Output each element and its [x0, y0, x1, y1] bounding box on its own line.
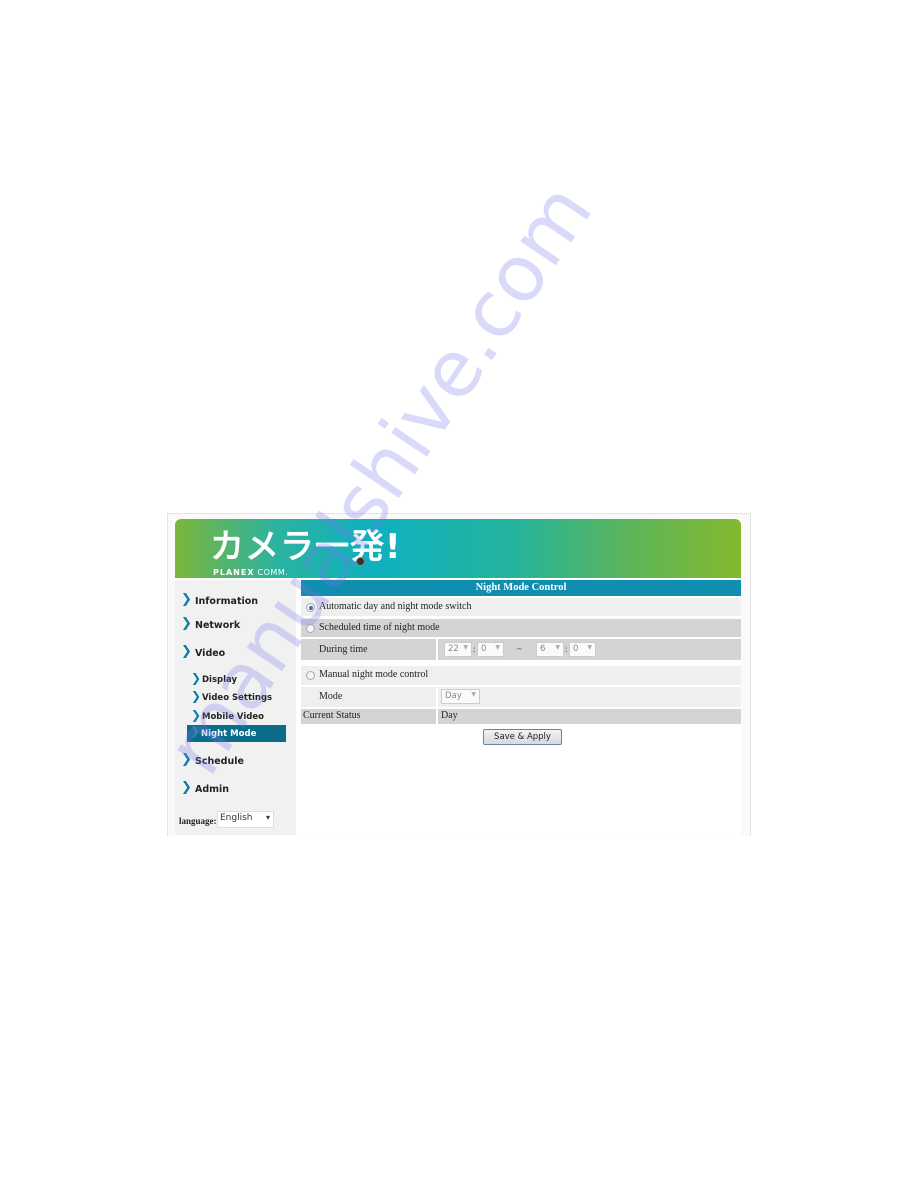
- sidebar-subitem-label: Mobile Video: [202, 712, 264, 722]
- dropdown-arrow-icon: ▼: [471, 691, 476, 698]
- sidebar-item-label: Schedule: [195, 756, 244, 767]
- scheduled-mode-label: Scheduled time of night mode: [319, 622, 440, 633]
- sidebar-item-video[interactable]: ❯ Video: [181, 644, 226, 659]
- mode-select[interactable]: Day ▼: [441, 689, 480, 704]
- brand-bold: PLANEX: [213, 568, 255, 577]
- current-status-value: Day: [441, 710, 458, 721]
- start-hour-select[interactable]: 22 ▼: [444, 642, 472, 657]
- manual-mode-radio[interactable]: [306, 671, 315, 680]
- manual-mode-label: Manual night mode control: [319, 669, 429, 680]
- sidebar-item-label: Information: [195, 596, 259, 607]
- sidebar-subitem-night-mode[interactable]: ❯ Night Mode: [187, 724, 286, 742]
- cell-divider: [436, 709, 438, 724]
- time-colon: :: [473, 644, 476, 654]
- time-range-separator: ~: [517, 644, 522, 654]
- end-hour-value: 6: [540, 644, 546, 654]
- sidebar-item-label: Admin: [195, 784, 230, 795]
- auto-mode-label: Automatic day and night mode switch: [319, 601, 472, 612]
- auto-mode-radio[interactable]: [306, 603, 315, 612]
- dropdown-arrow-icon: ▼: [495, 644, 500, 651]
- chevron-right-icon: ❯: [191, 689, 202, 703]
- chevron-right-icon: ❯: [181, 780, 192, 795]
- current-status-label: Current Status: [303, 710, 361, 721]
- auto-mode-row: Automatic day and night mode switch: [301, 598, 741, 616]
- sidebar-item-label: Video: [195, 648, 226, 659]
- chevron-right-icon: ❯: [181, 644, 192, 659]
- cell-divider: [436, 687, 438, 707]
- dropdown-arrow-icon: ▼: [587, 644, 592, 651]
- brand-name: PLANEX COMM.: [213, 568, 288, 577]
- sidebar-item-information[interactable]: ❯ Information: [181, 592, 259, 607]
- chevron-right-icon: ❯: [181, 592, 192, 607]
- chevron-right-icon: ❯: [181, 616, 192, 631]
- end-hour-select[interactable]: 6 ▼: [536, 642, 564, 657]
- during-time-label: During time: [319, 644, 368, 655]
- panel-title: Night Mode Control: [301, 580, 741, 596]
- chevron-right-icon: ❯: [191, 708, 202, 722]
- dropdown-arrow-icon: ▼: [555, 644, 560, 651]
- dropdown-arrow-icon: ▾: [265, 813, 270, 822]
- scheduled-mode-radio[interactable]: [306, 624, 315, 633]
- start-hour-value: 22: [448, 644, 459, 654]
- save-apply-button[interactable]: Save & Apply: [483, 729, 562, 745]
- language-select[interactable]: English ▾: [217, 811, 274, 828]
- chevron-right-icon: ❯: [191, 671, 202, 685]
- mode-label: Mode: [319, 691, 343, 702]
- chevron-right-icon: ❯: [190, 724, 201, 738]
- sidebar-item-admin[interactable]: ❯ Admin: [181, 780, 230, 795]
- chevron-right-icon: ❯: [181, 752, 192, 767]
- manual-mode-row: Manual night mode control: [301, 666, 741, 685]
- during-time-row: During time 22 ▼ : 0 ▼ ~ 6 ▼ : 0 ▼: [301, 639, 741, 660]
- cell-divider: [436, 639, 438, 660]
- time-colon: :: [565, 644, 568, 654]
- current-status-row: Current Status Day: [301, 709, 741, 724]
- sidebar-item-network[interactable]: ❯ Network: [181, 616, 241, 631]
- mode-value: Day: [445, 691, 462, 701]
- language-label: language:: [179, 816, 217, 826]
- brand-light: COMM.: [257, 568, 289, 577]
- end-minute-value: 0: [573, 644, 579, 654]
- start-minute-value: 0: [481, 644, 487, 654]
- sidebar-subitem-label: Video Settings: [202, 693, 273, 703]
- dropdown-arrow-icon: ▼: [463, 644, 468, 651]
- logo-camera-icon: [356, 557, 365, 566]
- end-minute-select[interactable]: 0 ▼: [569, 642, 596, 657]
- sidebar-subitem-label: Display: [202, 675, 238, 685]
- logo: カメラ一発!: [210, 527, 402, 567]
- start-minute-select[interactable]: 0 ▼: [477, 642, 504, 657]
- language-value: English: [220, 813, 253, 823]
- sidebar-item-schedule[interactable]: ❯ Schedule: [181, 752, 244, 767]
- sidebar-subitem-mobile-video[interactable]: ❯ Mobile Video: [191, 708, 264, 722]
- sidebar-subitem-video-settings[interactable]: ❯ Video Settings: [191, 689, 273, 703]
- mode-row: Mode Day ▼: [301, 687, 741, 707]
- sidebar-subitem-label: Night Mode: [201, 729, 257, 739]
- scheduled-mode-row: Scheduled time of night mode: [301, 619, 741, 637]
- sidebar-subitem-display[interactable]: ❯ Display: [191, 671, 238, 685]
- sidebar-item-label: Network: [195, 620, 241, 631]
